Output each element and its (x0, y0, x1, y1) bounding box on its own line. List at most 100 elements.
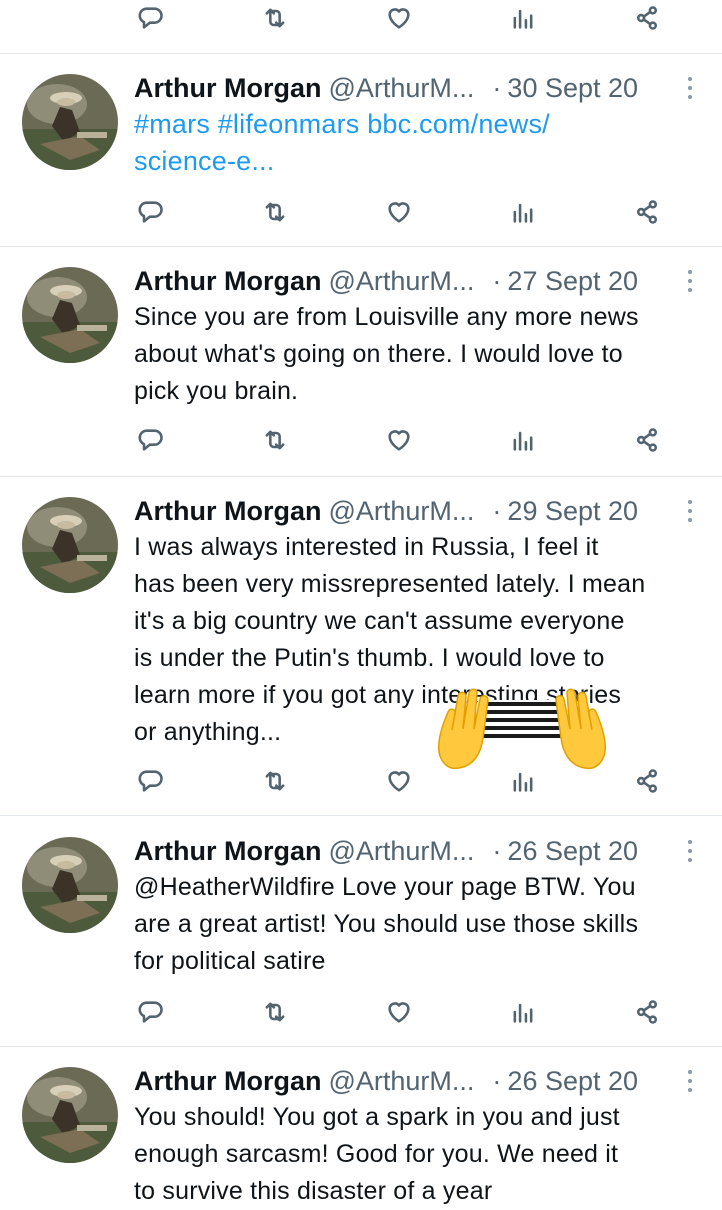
display-name[interactable]: Arthur Morgan (134, 266, 321, 297)
views-icon (513, 1003, 533, 1023)
avatar-image (22, 74, 118, 170)
tweet-header: Arthur Morgan @ArthurM... · 26 Sept 20 (134, 1061, 694, 1101)
share-button[interactable] (630, 995, 664, 1029)
share-icon (636, 428, 658, 452)
user-handle[interactable]: @ArthurM... (328, 496, 474, 527)
more-options-icon[interactable] (680, 497, 700, 525)
divider (0, 53, 722, 54)
reply-icon (138, 201, 163, 223)
retweet-button[interactable] (258, 1, 292, 35)
retweet-button[interactable] (258, 764, 292, 798)
more-options-icon[interactable] (680, 74, 700, 102)
avatar-image (22, 1067, 118, 1163)
tweet-text-line: learn more if you got any interesting st… (134, 681, 622, 709)
divider (0, 1046, 722, 1047)
tweet-text-line: or anything... (134, 718, 282, 746)
user-handle[interactable]: @ArthurM... (328, 836, 474, 867)
share-button[interactable] (630, 423, 664, 457)
separator: · (492, 265, 502, 296)
tweet-date[interactable]: 26 Sept 20 (507, 836, 638, 867)
display-name[interactable]: Arthur Morgan (134, 73, 321, 104)
retweet-icon (265, 430, 285, 450)
tweet-text-line: @HeatherWildfire Love your page BTW. You (134, 873, 636, 901)
like-button[interactable] (382, 995, 416, 1029)
avatar[interactable] (22, 1067, 118, 1163)
link-url-continued[interactable]: science-e... (134, 143, 704, 180)
reply-button[interactable] (134, 995, 168, 1029)
tweet-text-line: I was always interested in Russia, I fee… (134, 533, 599, 561)
like-button[interactable] (382, 1, 416, 35)
share-button[interactable] (630, 195, 664, 229)
retweet-button[interactable] (258, 423, 292, 457)
reply-button[interactable] (134, 423, 168, 457)
tweet-header: Arthur Morgan @ArthurM... · 29 Sept 20 (134, 491, 694, 531)
separator: · (492, 835, 502, 866)
like-button[interactable] (382, 764, 416, 798)
tweet-date[interactable]: 30 Sept 20 (507, 73, 638, 104)
tweet-text-line: for political satire (134, 947, 326, 975)
share-button[interactable] (630, 764, 664, 798)
views-button[interactable] (506, 995, 540, 1029)
tweet-text-line: has been very missrepresented lately. I … (134, 570, 646, 598)
reply-button[interactable] (134, 764, 168, 798)
separator: · (492, 72, 502, 103)
reply-button[interactable] (134, 195, 168, 229)
action-bar (134, 420, 664, 460)
user-handle[interactable]: @ArthurM... (328, 266, 474, 297)
divider (0, 815, 722, 816)
avatar[interactable] (22, 837, 118, 933)
display-name[interactable]: Arthur Morgan (134, 496, 321, 527)
tweet-text: You should! You got a spark in you and j… (134, 1099, 704, 1210)
like-icon (388, 771, 410, 792)
like-icon (388, 430, 410, 451)
tweet-header: Arthur Morgan @ArthurM... · 27 Sept 20 (134, 261, 694, 301)
link-url[interactable]: bbc.com/news/ (367, 109, 550, 139)
reply-button[interactable] (134, 1, 168, 35)
divider (0, 476, 722, 477)
like-button[interactable] (382, 423, 416, 457)
display-name[interactable]: Arthur Morgan (134, 1066, 321, 1097)
tweet-text-line: to survive this disaster of a year (134, 1177, 493, 1205)
tweet-text-line: are a great artist! You should use those… (134, 910, 639, 938)
tweet-date[interactable]: 29 Sept 20 (507, 496, 638, 527)
retweet-icon (265, 8, 285, 28)
views-button[interactable] (506, 423, 540, 457)
views-button[interactable] (506, 195, 540, 229)
tweet-text: I was always interested in Russia, I fee… (134, 529, 704, 751)
retweet-icon (265, 202, 285, 222)
retweet-button[interactable] (258, 195, 292, 229)
views-icon (513, 203, 533, 223)
like-button[interactable] (382, 195, 416, 229)
avatar[interactable] (22, 267, 118, 363)
user-handle[interactable]: @ArthurM... (328, 73, 474, 104)
separator: · (492, 495, 502, 526)
tweet-text-line: it's a big country we can't assume every… (134, 607, 625, 635)
divider (0, 246, 722, 247)
tweet-date[interactable]: 26 Sept 20 (507, 1066, 638, 1097)
user-handle[interactable]: @ArthurM... (328, 1066, 474, 1097)
views-icon (513, 9, 533, 29)
action-bar (134, 992, 664, 1032)
share-button[interactable] (630, 1, 664, 35)
more-options-icon[interactable] (680, 267, 700, 295)
hashtags[interactable]: #mars #lifeonmars (134, 109, 359, 139)
avatar-image (22, 267, 118, 363)
tweet-text: @HeatherWildfire Love your page BTW. You… (134, 869, 704, 980)
share-icon (636, 200, 658, 224)
retweet-button[interactable] (258, 995, 292, 1029)
display-name[interactable]: Arthur Morgan (134, 836, 321, 867)
tweet-header: Arthur Morgan @ArthurM... · 26 Sept 20 (134, 831, 694, 871)
like-icon (388, 8, 410, 29)
retweet-icon (265, 771, 285, 791)
views-button[interactable] (506, 1, 540, 35)
tweet-text-line: You should! You got a spark in you and j… (134, 1103, 620, 1131)
tweet-text-line: Since you are from Louisville any more n… (134, 303, 639, 331)
reply-icon (138, 7, 163, 29)
avatar[interactable] (22, 497, 118, 593)
avatar[interactable] (22, 74, 118, 170)
more-options-icon[interactable] (680, 837, 700, 865)
tweet-date[interactable]: 27 Sept 20 (507, 266, 638, 297)
retweet-icon (265, 1002, 285, 1022)
more-options-icon[interactable] (680, 1067, 700, 1095)
views-icon (513, 431, 533, 451)
